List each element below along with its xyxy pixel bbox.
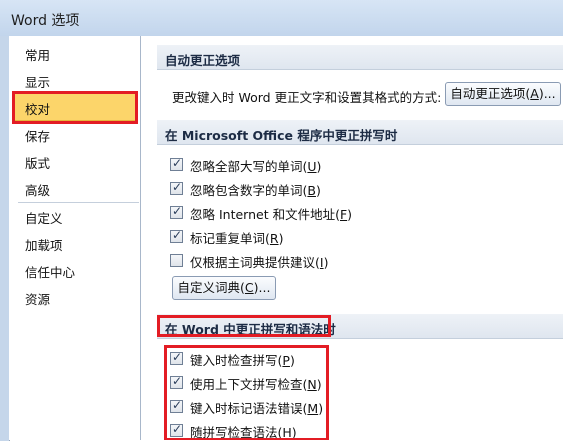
checkbox-label: 仅根据主词典提供建议(I) xyxy=(190,255,329,270)
checkbox[interactable] xyxy=(170,228,183,243)
checkbox[interactable] xyxy=(170,254,183,267)
nav-item-customize[interactable]: 自定义 xyxy=(25,208,63,227)
nav-item-layout[interactable]: 版式 xyxy=(25,153,50,172)
checkbox-label: 使用上下文拼写检查(N) xyxy=(190,377,322,392)
proofing-panel: 自动更正选项 更改键入时 Word 更正文字和设置其格式的方式: 自动更正选项(… xyxy=(141,36,563,440)
checkbox-label: 随拼写检查语法(H) xyxy=(190,425,297,440)
nav-divider xyxy=(18,202,139,203)
checkbox-label: 键入时标记语法错误(M) xyxy=(190,401,324,416)
checkbox[interactable] xyxy=(170,374,183,389)
section-title: 自动更正选项 xyxy=(165,53,241,68)
title-bar: Word 选项 xyxy=(0,0,563,36)
autocorrect-description: 更改键入时 Word 更正文字和设置其格式的方式: xyxy=(172,90,442,105)
section-title: 在 Microsoft Office 程序中更正拼写时 xyxy=(165,128,398,143)
checkbox[interactable] xyxy=(170,422,183,437)
autocorrect-options-button[interactable]: 自动更正选项(A)... xyxy=(445,82,561,106)
word-spelling-section-header: 在 Word 中更正拼写和语法时 xyxy=(157,314,563,339)
nav-item-proofing[interactable]: 校对 xyxy=(25,99,50,118)
office-spelling-section-header: 在 Microsoft Office 程序中更正拼写时 xyxy=(157,120,563,145)
autocorrect-section-header: 自动更正选项 xyxy=(157,45,563,70)
nav-item-trust-center[interactable]: 信任中心 xyxy=(25,262,75,281)
checkbox-label: 忽略包含数字的单词(B) xyxy=(190,183,321,198)
nav-item-addins[interactable]: 加载项 xyxy=(25,235,63,254)
window-title: Word 选项 xyxy=(11,13,80,29)
nav-item-save[interactable]: 保存 xyxy=(25,126,50,145)
checkbox[interactable] xyxy=(170,350,183,365)
options-nav: 常用 显示 校对 保存 版式 高级 自定义 加载项 信任中心 资源 xyxy=(9,36,141,440)
checkbox-label: 忽略 Internet 和文件地址(F) xyxy=(190,207,353,222)
checkbox-label: 键入时检查拼写(P) xyxy=(190,353,295,368)
checkbox[interactable] xyxy=(170,398,183,413)
checkbox[interactable] xyxy=(170,180,183,195)
custom-dictionaries-button[interactable]: 自定义词典(C)... xyxy=(172,276,276,300)
nav-item-advanced[interactable]: 高级 xyxy=(25,180,50,199)
nav-item-common[interactable]: 常用 xyxy=(25,45,50,64)
checkbox-label: 忽略全部大写的单词(U) xyxy=(190,159,322,174)
checkbox[interactable] xyxy=(170,156,183,171)
checkbox-label: 标记重复单词(R) xyxy=(190,231,284,246)
checkbox[interactable] xyxy=(170,204,183,219)
nav-item-display[interactable]: 显示 xyxy=(25,72,50,91)
nav-item-resources[interactable]: 资源 xyxy=(25,289,50,308)
section-title: 在 Word 中更正拼写和语法时 xyxy=(165,322,336,337)
